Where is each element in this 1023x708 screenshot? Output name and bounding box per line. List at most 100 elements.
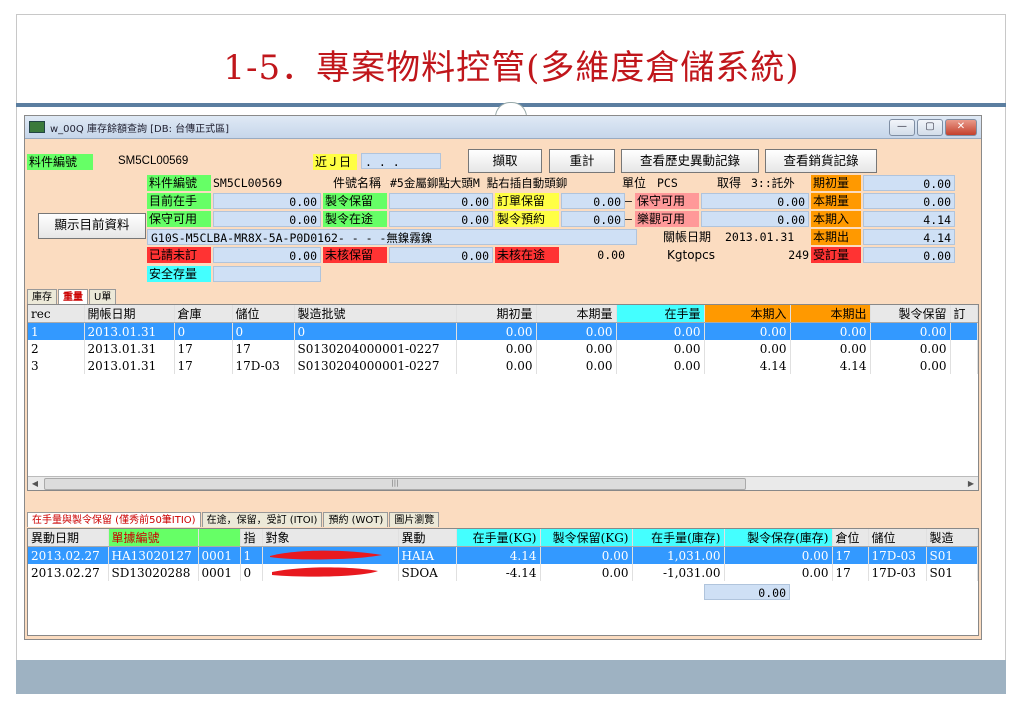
safe-avail-label-2: 保守可用 — [635, 193, 699, 209]
col-wo-reserve-kg[interactable]: 製令保留(KG) — [540, 529, 633, 547]
info-part-no-label: 料件編號 — [147, 175, 211, 191]
period-in-label: 本期入 — [811, 211, 861, 227]
col-order[interactable]: 訂 — [950, 305, 978, 323]
cell: 4.14 — [790, 357, 871, 374]
cell: 0.00 — [536, 357, 617, 374]
col-warehouse[interactable]: 倉庫 — [174, 305, 233, 323]
query-part-no-input[interactable]: SM5CL00569 — [115, 153, 303, 169]
table-row[interactable]: 1 2013.01.31 0 0 0 0.00 0.00 0.00 0.00 0… — [28, 322, 978, 340]
cell: 1 — [240, 546, 263, 564]
cell: 0 — [232, 322, 295, 340]
cell: 0.00 — [724, 546, 833, 564]
recalc-button[interactable]: 重計 — [549, 149, 615, 173]
scroll-left-icon[interactable]: ◀ — [28, 477, 42, 490]
col-doc-no[interactable]: 單據編號 — [108, 529, 199, 547]
cell: 17 — [832, 546, 869, 564]
kgtopcs-label: Kgtopcs — [667, 248, 715, 262]
period-init-label: 期初量 — [811, 175, 861, 191]
optimistic-avail-value: 0.00 — [701, 211, 809, 227]
col-lot-no[interactable]: 製造批號 — [294, 305, 457, 323]
cell: 2013.02.27 — [28, 564, 109, 581]
cell: 2013.01.31 — [84, 322, 175, 340]
ordered-value: 0.00 — [863, 247, 955, 263]
col-tx-date[interactable]: 異動日期 — [28, 529, 109, 547]
history-button[interactable]: 查看歷史異動記錄 — [621, 149, 759, 173]
table-row[interactable]: 2013.02.27 HA13020127 0001 1 HAIA 4.14 0… — [28, 546, 978, 564]
stock-grid: rec 開帳日期 倉庫 儲位 製造批號 期初量 本期量 在手量 本期入 本期出 … — [27, 304, 979, 491]
col-wo-keep-stock[interactable]: 製令保存(庫存) — [724, 529, 833, 547]
period-init-value: 0.00 — [863, 175, 955, 191]
cell: 4.14 — [456, 546, 541, 564]
col-onhand-kg[interactable]: 在手量(KG) — [456, 529, 541, 547]
period-in-value: 4.14 — [863, 211, 955, 227]
col-location[interactable]: 儲位 — [232, 305, 295, 323]
col-mfg[interactable]: 製造 — [926, 529, 978, 547]
recent-days-input[interactable]: . . . — [361, 153, 441, 169]
transaction-grid: 異動日期 單據編號 指 對象 異動 在手量(KG) 製令保留(KG) 在手量(庫… — [27, 528, 979, 636]
tab-weight[interactable]: 重量 — [58, 289, 88, 304]
cell: S01 — [926, 546, 978, 564]
col-dir[interactable]: 指 — [240, 529, 263, 547]
fetch-button[interactable]: 擷取 — [468, 149, 542, 173]
scroll-thumb[interactable]: ||| — [44, 478, 746, 490]
acquire-label: 取得 — [717, 176, 742, 190]
scroll-right-icon[interactable]: ▶ — [964, 477, 978, 490]
col-period-in[interactable]: 本期入 — [704, 305, 791, 323]
tab-onhand-wo[interactable]: 在手量與製令保留 (僅秀前50筆ITIO) — [27, 512, 201, 527]
col-bin[interactable]: 倉位 — [832, 529, 869, 547]
col-period-init[interactable]: 期初量 — [456, 305, 537, 323]
tab-image-browse[interactable]: 圖片瀏覽 — [389, 512, 440, 527]
window-titlebar[interactable]: w_00Q 庫存餘額查詢 [DB: 台傳正式區] — ▢ ✕ — [25, 116, 981, 139]
col-doc-seq[interactable] — [198, 529, 241, 547]
tab-inventory[interactable]: 庫存 — [27, 289, 57, 304]
col-period-out[interactable]: 本期出 — [790, 305, 871, 323]
table-row[interactable]: 2013.02.27 SD13020288 0001 0 SDOA -4.14 … — [28, 564, 978, 581]
minimize-button[interactable]: — — [889, 118, 915, 136]
col-tx-type[interactable]: 異動 — [398, 529, 457, 547]
cell: 4.14 — [704, 357, 791, 374]
show-current-button[interactable]: 顯示目前資料 — [38, 213, 146, 239]
safe-avail-value: 0.00 — [213, 211, 321, 227]
cell: 0.00 — [616, 357, 705, 374]
col-onhand-stock[interactable]: 在手量(庫存) — [632, 529, 725, 547]
cell: 0.00 — [790, 340, 871, 357]
col-wo-reserve[interactable]: 製令保留 — [870, 305, 951, 323]
tab-transit-reserve[interactable]: 在途，保留，受訂 (ITOI) — [201, 512, 323, 527]
close-button[interactable]: ✕ — [945, 118, 977, 136]
cell: 17 — [232, 340, 295, 357]
requested-label: 已請未訂 — [147, 247, 211, 263]
table-row[interactable]: 3 2013.01.31 17 17D-03 S0130204000001-02… — [28, 357, 978, 374]
maximize-button[interactable]: ▢ — [917, 118, 943, 136]
cell: 0.00 — [540, 564, 633, 581]
order-reserve-value: 0.00 — [561, 193, 625, 209]
app-window: w_00Q 庫存餘額查詢 [DB: 台傳正式區] — ▢ ✕ 料件編號 SM5C… — [24, 115, 982, 640]
col-target[interactable]: 對象 — [262, 529, 399, 547]
unit-label: 單位 — [622, 176, 647, 190]
redaction-mark — [271, 567, 378, 577]
col-rec[interactable]: rec — [28, 305, 85, 323]
redaction-mark — [269, 550, 382, 560]
cell: 0.00 — [540, 546, 633, 564]
safety-stock-value — [213, 266, 321, 282]
cell: 0.00 — [456, 340, 537, 357]
col-open-date[interactable]: 開帳日期 — [84, 305, 175, 323]
cell: 0001 — [198, 564, 241, 581]
cell: 1,031.00 — [632, 546, 725, 564]
cell: -4.14 — [456, 564, 541, 581]
table-row[interactable]: 2 2013.01.31 17 17 S0130204000001-0227 0… — [28, 340, 978, 357]
col-period-qty[interactable]: 本期量 — [536, 305, 617, 323]
stock-hscroll[interactable]: ◀ ||| ▶ — [28, 476, 978, 490]
cell — [950, 322, 978, 340]
col-tx-location[interactable]: 儲位 — [868, 529, 927, 547]
cell: 17D-03 — [868, 546, 927, 564]
upper-tabs: 庫存 重量 U單 — [27, 289, 117, 304]
cell: 2013.01.31 — [84, 340, 175, 357]
requested-value: 0.00 — [213, 247, 321, 263]
cell: 17D-03 — [232, 357, 295, 374]
sales-record-button[interactable]: 查看銷貨記錄 — [765, 149, 877, 173]
recent-days-label: 近Ｊ日 — [313, 154, 357, 170]
cell: 0 — [294, 322, 457, 340]
col-on-hand[interactable]: 在手量 — [616, 305, 705, 323]
tab-booking[interactable]: 預約 (WOT) — [323, 512, 389, 527]
tab-u-order[interactable]: U單 — [89, 289, 117, 304]
